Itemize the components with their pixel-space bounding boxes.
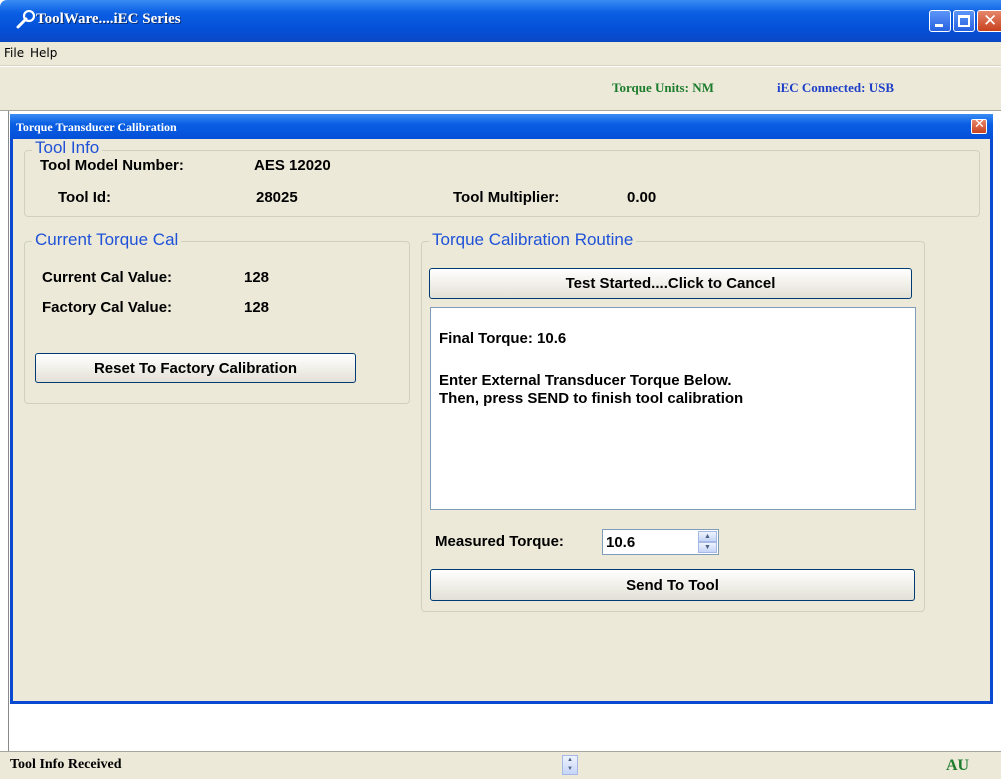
close-icon: ✕ bbox=[974, 117, 985, 132]
wrench-icon bbox=[16, 10, 36, 29]
tool-model-label: Tool Model Number: bbox=[40, 157, 184, 174]
factory-cal-value: 128 bbox=[244, 299, 270, 316]
stepper-up-icon[interactable]: ▲ bbox=[698, 531, 717, 542]
status-text: Tool Info Received bbox=[10, 757, 122, 772]
final-torque-text: Final Torque: 10.6 bbox=[439, 330, 567, 347]
tool-multiplier-label: Tool Multiplier: bbox=[453, 189, 560, 206]
tool-model-value: AES 12020 bbox=[254, 157, 331, 174]
instruction-line-2: Then, press SEND to finish tool calibrat… bbox=[439, 390, 744, 407]
divider bbox=[8, 111, 9, 751]
stepper-buttons: ▲ ▼ bbox=[698, 531, 717, 553]
close-button[interactable]: ✕ bbox=[977, 10, 1001, 32]
tool-id-label: Tool Id: bbox=[58, 189, 112, 206]
au-indicator: AU bbox=[946, 757, 970, 774]
calibration-routine-legend: Torque Calibration Routine bbox=[429, 230, 637, 250]
maximize-button[interactable] bbox=[953, 10, 975, 32]
torque-units-status: Torque Units: NM bbox=[612, 80, 714, 95]
current-cal-label: Current Cal Value: bbox=[42, 269, 173, 286]
close-icon: ✕ bbox=[983, 11, 998, 31]
factory-cal-label: Factory Cal Value: bbox=[42, 299, 173, 316]
instruction-line-1: Enter External Transducer Torque Below. bbox=[439, 372, 732, 389]
menu-help[interactable]: Help bbox=[30, 46, 57, 60]
menu-bar: File Help bbox=[0, 42, 1001, 66]
menu-file[interactable]: File bbox=[4, 46, 24, 60]
stepper-down-icon[interactable]: ▼ bbox=[698, 542, 717, 553]
tool-multiplier-value: 0.00 bbox=[627, 189, 657, 206]
info-bar: Torque Units: NM iEC Connected: USB bbox=[0, 66, 1001, 111]
current-cal-legend: Current Torque Cal bbox=[32, 230, 182, 250]
tool-id-value: 28025 bbox=[256, 189, 298, 206]
reset-factory-calibration-button[interactable]: Reset To Factory Calibration bbox=[35, 353, 356, 383]
measured-torque-label: Measured Torque: bbox=[435, 533, 564, 550]
minimize-button[interactable] bbox=[929, 10, 951, 32]
current-cal-value: 128 bbox=[244, 269, 270, 286]
tool-info-legend: Tool Info bbox=[32, 139, 103, 156]
window-titlebar[interactable]: ToolWare....iEC Series ✕ bbox=[0, 0, 1001, 42]
dialog-titlebar[interactable]: Torque Transducer Calibration ✕ bbox=[10, 114, 993, 139]
measured-torque-input[interactable] bbox=[603, 530, 699, 554]
cancel-test-button[interactable]: Test Started....Click to Cancel bbox=[429, 268, 912, 299]
measured-torque-stepper[interactable]: ▲ ▼ bbox=[602, 529, 719, 555]
dialog-title: Torque Transducer Calibration bbox=[16, 120, 177, 134]
instructions-textbox: Final Torque: 10.6 Enter External Transd… bbox=[430, 307, 916, 510]
minimize-icon bbox=[935, 24, 943, 27]
window-title: ToolWare....iEC Series bbox=[36, 11, 181, 27]
connection-status: iEC Connected: USB bbox=[777, 80, 895, 95]
send-to-tool-button[interactable]: Send To Tool bbox=[430, 569, 915, 601]
dialog-close-button[interactable]: ✕ bbox=[971, 117, 987, 134]
status-bar: Tool Info Received ▲ ▼ AU bbox=[0, 751, 1001, 779]
status-scroll-icon[interactable]: ▲ ▼ bbox=[562, 755, 578, 775]
maximize-icon bbox=[958, 15, 970, 27]
